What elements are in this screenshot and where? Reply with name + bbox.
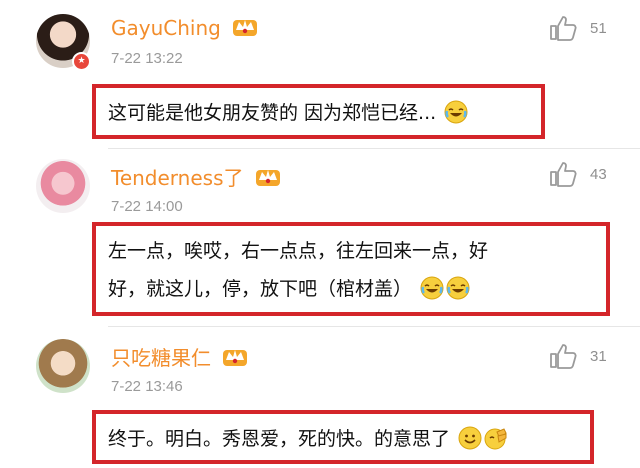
thumbs-up-icon[interactable] [548,342,578,370]
comment-text-line: 左一点，唉哎，右一点点，往左回来一点，好 [108,240,489,262]
clap-emoji-icon [484,428,507,450]
laugh-cry-emoji-icon [444,100,468,124]
divider [108,326,640,327]
thumbs-up-icon[interactable] [548,160,578,188]
comment-text-highlight: 左一点，唉哎，右一点点，往左回来一点，好 好，就这儿，停，放下吧（棺材盖） [92,222,610,316]
comment-text-line: 好，就这儿，停，放下吧（棺材盖） [108,270,594,308]
avatar[interactable] [36,159,90,213]
username[interactable]: GayuChing [111,14,259,40]
avatar[interactable] [36,339,90,393]
comment-text: 终于。明白。秀恩爱，死的快。的意思了 [108,428,451,450]
laugh-cry-emoji-icon [446,276,470,300]
timestamp: 7-22 13:46 [111,378,183,395]
like-count: 43 [590,166,607,183]
comment-item: Tenderness了 7-22 14:00 43 左一点，唉哎，右一点点，往左… [0,150,640,320]
crown-vip-icon [223,350,248,366]
smile-emoji-icon [458,426,482,450]
timestamp: 7-22 13:22 [111,50,183,67]
username[interactable]: Tenderness了 [111,162,282,191]
comment-text-highlight: 终于。明白。秀恩爱，死的快。的意思了 [92,410,594,464]
username[interactable]: 只吃糖果仁 [111,342,249,371]
like-count: 31 [590,348,607,365]
verified-badge-icon: ★ [72,52,91,71]
timestamp: 7-22 14:00 [111,198,183,215]
comment-item: 只吃糖果仁 7-22 13:46 31 终于。明白。秀恩爱，死的快。的意思了 [0,328,640,468]
comment-text: 这可能是他女朋友赞的 因为郑恺已经... [108,102,437,124]
divider [108,148,640,149]
thumbs-up-icon[interactable] [548,14,578,42]
like-count: 51 [590,20,607,37]
crown-vip-icon [233,20,258,36]
comment-item: ★ GayuChing 7-22 13:22 51 这可能是他女朋友赞的 因为郑… [0,0,640,145]
crown-vip-icon [255,170,280,186]
laugh-cry-emoji-icon [420,276,444,300]
comment-text-highlight: 这可能是他女朋友赞的 因为郑恺已经... [92,84,545,139]
